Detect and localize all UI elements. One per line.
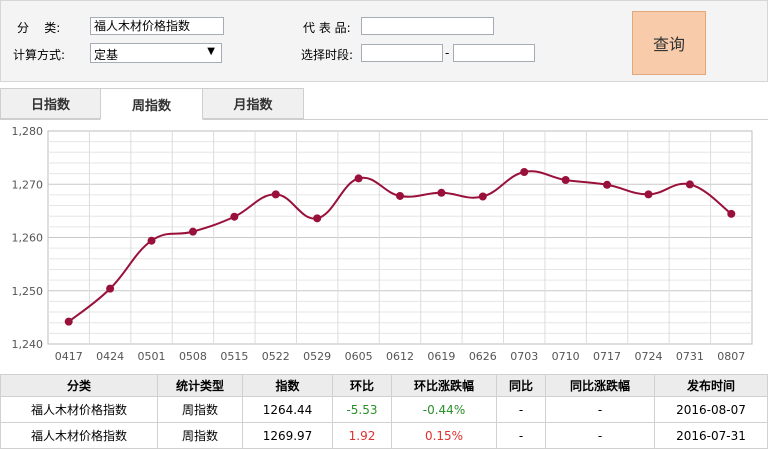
x-tick-label: 0724	[634, 350, 662, 363]
y-tick-label: 1,280	[12, 125, 44, 138]
rep-label: 代 表 品:	[303, 21, 351, 35]
cell-mom-pct: 0.15%	[391, 422, 497, 449]
tab-weekly[interactable]: 周指数	[100, 88, 203, 120]
x-tick-label: 0515	[220, 350, 248, 363]
x-tick-label: 0731	[676, 350, 704, 363]
line-chart-svg: 1,240 1,250 1,260 1,270 1,280 0417 0424 0501 050…	[12, 125, 753, 363]
table-row[interactable]: 福人木材价格指数 周指数 1269.97 1.92 0.15% - - 2016…	[0, 422, 768, 449]
y-tick-label: 1,260	[12, 232, 44, 245]
col-header-mom-pct: 环比涨跌幅	[391, 374, 497, 397]
y-tick-label: 1,250	[12, 285, 44, 298]
data-point	[106, 284, 115, 293]
search-button[interactable]: 查询	[632, 11, 706, 75]
cell-type: 周指数	[157, 422, 243, 449]
dropdown-arrow-icon: ▼	[207, 46, 215, 57]
x-tick-label: 0529	[303, 350, 331, 363]
cell-yoy: -	[496, 422, 546, 449]
x-tick-label: 0626	[469, 350, 497, 363]
data-point	[64, 317, 73, 326]
data-point	[354, 174, 363, 183]
data-point	[644, 190, 653, 199]
category-input[interactable]: 福人木材价格指数	[90, 17, 224, 35]
x-tick-label: 0807	[717, 350, 745, 363]
data-point	[437, 188, 446, 197]
tab-weekly-label: 周指数	[131, 98, 171, 114]
y-tick-label: 1,270	[12, 178, 44, 191]
x-tick-label: 0424	[96, 350, 124, 363]
x-tick-label: 0508	[179, 350, 207, 363]
col-header-yoy: 同比	[496, 374, 546, 397]
x-tick-label: 0612	[386, 350, 414, 363]
x-tick-label: 0710	[552, 350, 580, 363]
method-select-value: 定基	[94, 48, 119, 62]
tab-monthly[interactable]: 月指数	[202, 88, 304, 119]
period-separator: -	[445, 46, 450, 60]
data-point	[561, 175, 570, 184]
x-tick-label: 0417	[55, 350, 83, 363]
data-point	[478, 192, 487, 201]
index-tabs: 日指数 周指数 月指数	[0, 88, 768, 120]
data-point	[188, 227, 197, 236]
method-label: 计算方式:	[13, 48, 66, 62]
cell-mom: -5.53	[332, 396, 392, 423]
data-point	[685, 180, 694, 189]
rep-input[interactable]	[361, 17, 494, 35]
x-tick-label: 0619	[427, 350, 455, 363]
tab-monthly-label: 月指数	[233, 98, 273, 113]
x-tick-label: 0703	[510, 350, 538, 363]
cell-index: 1264.44	[242, 396, 333, 423]
cell-yoy: -	[496, 396, 546, 423]
data-point	[603, 180, 612, 189]
tab-daily[interactable]: 日指数	[0, 88, 101, 119]
table-header-row: 分类 统计类型 指数 环比 环比涨跌幅 同比 同比涨跌幅 发布时间	[0, 374, 768, 397]
data-point	[727, 209, 736, 218]
data-point	[147, 236, 156, 245]
query-panel: 分 类: 福人木材价格指数 计算方式: 定基 ▼ 代 表 品: 选择时段: - …	[0, 0, 768, 82]
col-header-index: 指数	[242, 374, 333, 397]
cell-type: 周指数	[157, 396, 243, 423]
table-row[interactable]: 福人木材价格指数 周指数 1264.44 -5.53 -0.44% - - 20…	[0, 396, 768, 423]
cell-mom: 1.92	[332, 422, 392, 449]
col-header-date: 发布时间	[654, 374, 768, 397]
index-table: 分类 统计类型 指数 环比 环比涨跌幅 同比 同比涨跌幅 发布时间 福人木材价格…	[0, 374, 768, 449]
period-end-input[interactable]	[453, 44, 535, 62]
data-point	[520, 168, 529, 177]
period-start-input[interactable]	[361, 44, 443, 62]
x-tick-label: 0717	[593, 350, 621, 363]
cell-yoy-pct: -	[545, 396, 655, 423]
x-tick-label: 0501	[138, 350, 166, 363]
method-select[interactable]: 定基 ▼	[90, 43, 222, 63]
data-point	[271, 190, 280, 199]
cell-date: 2016-07-31	[654, 422, 768, 449]
period-label: 选择时段:	[301, 48, 354, 62]
data-point	[313, 214, 322, 223]
x-tick-label: 0522	[262, 350, 290, 363]
col-header-type: 统计类型	[157, 374, 243, 397]
y-tick-label: 1,240	[12, 338, 44, 351]
cell-category: 福人木材价格指数	[0, 396, 158, 423]
cell-mom-pct: -0.44%	[391, 396, 497, 423]
cell-category: 福人木材价格指数	[0, 422, 158, 449]
cell-date: 2016-08-07	[654, 396, 768, 423]
cell-index: 1269.97	[242, 422, 333, 449]
col-header-yoy-pct: 同比涨跌幅	[545, 374, 655, 397]
cell-yoy-pct: -	[545, 422, 655, 449]
col-header-category: 分类	[0, 374, 158, 397]
tab-daily-label: 日指数	[30, 98, 70, 113]
x-tick-label: 0605	[345, 350, 373, 363]
data-point	[230, 212, 239, 221]
category-label: 分 类:	[17, 21, 61, 35]
col-header-mom: 环比	[332, 374, 392, 397]
data-point	[396, 191, 404, 200]
weekly-index-chart: 1,240 1,250 1,260 1,270 1,280 0417 0424 0501 050…	[0, 120, 768, 370]
